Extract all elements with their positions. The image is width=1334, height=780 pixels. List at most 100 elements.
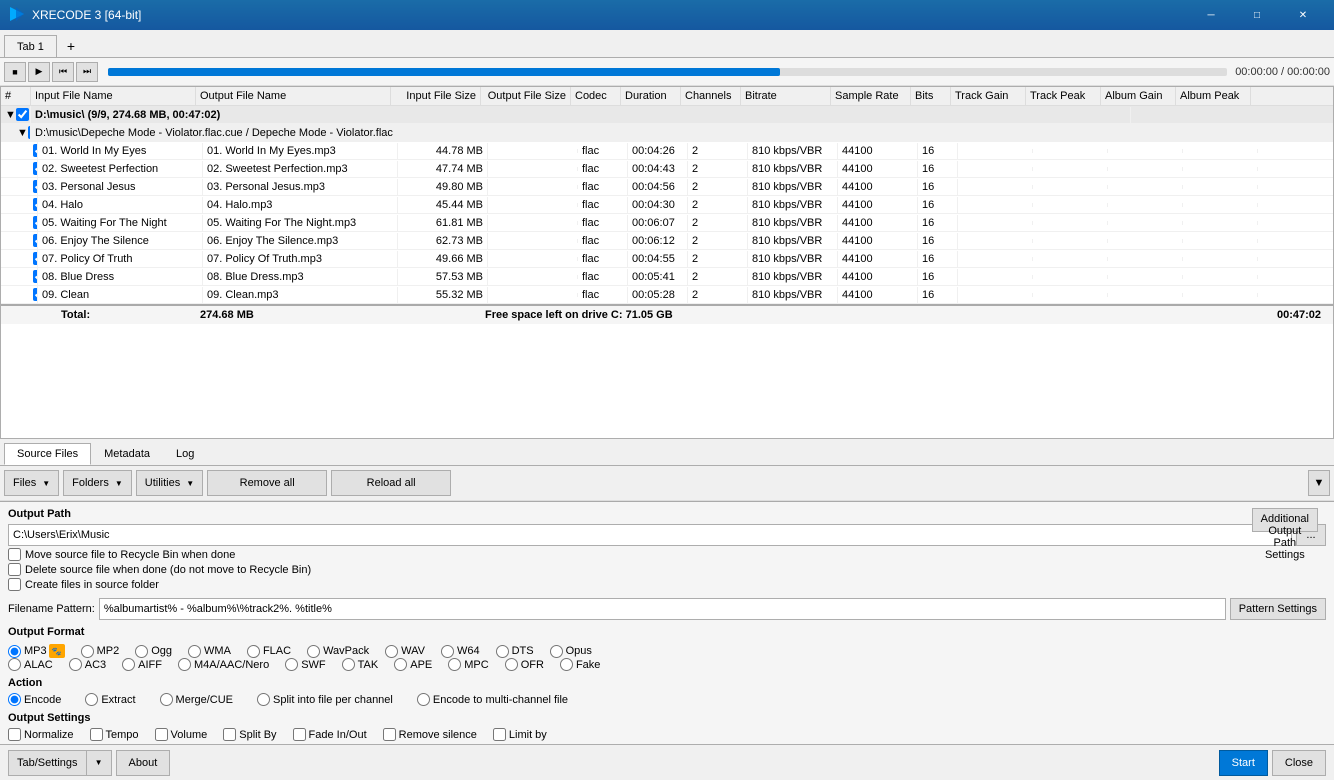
subgroup-expander[interactable]: ▼	[17, 127, 28, 139]
play-button[interactable]: ▶	[28, 62, 50, 82]
output-path-input[interactable]	[8, 524, 1292, 546]
track-input-size: 47.74 MB	[398, 161, 488, 177]
tab-source-files[interactable]: Source Files	[4, 443, 91, 465]
tab-1[interactable]: Tab 1	[4, 35, 57, 57]
prev-button[interactable]: ⏮	[52, 62, 74, 82]
subgroup-row[interactable]: ▼ D:\music\Depeche Mode - Violator.flac.…	[1, 124, 1333, 142]
minimize-button[interactable]: ─	[1188, 0, 1234, 30]
col-header-input-size[interactable]: Input File Size	[391, 87, 481, 105]
col-header-samplerate[interactable]: Sample Rate	[831, 87, 911, 105]
setting-normalize[interactable]: Normalize	[8, 728, 74, 741]
close-window-button[interactable]: ✕	[1280, 0, 1326, 30]
format-w64[interactable]: W64	[441, 645, 480, 658]
format-ogg[interactable]: Ogg	[135, 645, 172, 658]
format-mp2[interactable]: MP2	[81, 645, 120, 658]
close-button[interactable]: Close	[1272, 750, 1326, 776]
setting-remove-silence[interactable]: Remove silence	[383, 728, 477, 741]
start-button[interactable]: Start	[1219, 750, 1268, 776]
new-tab-button[interactable]: +	[59, 35, 83, 57]
track-row[interactable]: 5 05. Waiting For The Night 05. Waiting …	[1, 214, 1333, 232]
col-header-trackgain[interactable]: Track Gain	[951, 87, 1026, 105]
track-row[interactable]: 3 03. Personal Jesus 03. Personal Jesus.…	[1, 178, 1333, 196]
action-encode[interactable]: Encode	[8, 693, 61, 706]
format-flac[interactable]: FLAC	[247, 645, 291, 658]
track-trackpeak	[1033, 293, 1108, 297]
track-samplerate: 44100	[838, 179, 918, 195]
col-header-albumpeak[interactable]: Album Peak	[1176, 87, 1251, 105]
track-input-name: 03. Personal Jesus	[38, 179, 203, 195]
group-expander[interactable]: ▼	[5, 109, 16, 121]
group-checkbox[interactable]	[16, 108, 29, 121]
move-to-recycle-checkbox[interactable]	[8, 548, 21, 561]
format-dts[interactable]: DTS	[496, 645, 534, 658]
track-rows: 1 01. World In My Eyes 01. World In My E…	[1, 142, 1333, 304]
folders-button[interactable]: Folders ▼	[63, 470, 132, 496]
format-mp3[interactable]: MP3 🐾	[8, 644, 65, 658]
col-header-albumgain[interactable]: Album Gain	[1101, 87, 1176, 105]
track-row[interactable]: 1 01. World In My Eyes 01. World In My E…	[1, 142, 1333, 160]
track-row[interactable]: 6 06. Enjoy The Silence 06. Enjoy The Si…	[1, 232, 1333, 250]
col-header-duration[interactable]: Duration	[621, 87, 681, 105]
format-wav[interactable]: WAV	[385, 645, 425, 658]
format-mpc[interactable]: MPC	[448, 658, 488, 671]
setting-tempo[interactable]: Tempo	[90, 728, 139, 741]
setting-limit-by[interactable]: Limit by	[493, 728, 547, 741]
col-header-num[interactable]: #	[1, 87, 31, 105]
tab-settings-button[interactable]: Tab/Settings	[8, 750, 87, 776]
col-header-output-size[interactable]: Output File Size	[481, 87, 571, 105]
track-input-size: 49.80 MB	[398, 179, 488, 195]
tab-metadata[interactable]: Metadata	[91, 443, 163, 465]
delete-source-checkbox[interactable]	[8, 563, 21, 576]
action-merge[interactable]: Merge/CUE	[160, 693, 233, 706]
format-ofr[interactable]: OFR	[505, 658, 544, 671]
files-button[interactable]: Files ▼	[4, 470, 59, 496]
progress-area[interactable]	[108, 68, 1227, 76]
remove-all-button[interactable]: Remove all	[207, 470, 327, 496]
stop-button[interactable]: ■	[4, 62, 26, 82]
col-header-channels[interactable]: Channels	[681, 87, 741, 105]
filename-pattern-input[interactable]	[99, 598, 1226, 620]
setting-split-by[interactable]: Split By	[223, 728, 276, 741]
reload-all-button[interactable]: Reload all	[331, 470, 451, 496]
format-wavpack[interactable]: WavPack	[307, 645, 369, 658]
track-row[interactable]: 8 08. Blue Dress 08. Blue Dress.mp3 57.5…	[1, 268, 1333, 286]
tab-log[interactable]: Log	[163, 443, 207, 465]
group-row[interactable]: ▼ D:\music\ (9/9, 274.68 MB, 00:47:02)	[1, 106, 1333, 124]
track-row[interactable]: 2 02. Sweetest Perfection 02. Sweetest P…	[1, 160, 1333, 178]
additional-output-path-button[interactable]: Additional Output Path Settings	[1252, 508, 1318, 532]
action-row: Encode Extract Merge/CUE Split into file…	[8, 693, 1326, 706]
maximize-button[interactable]: □	[1234, 0, 1280, 30]
track-row[interactable]: 9 09. Clean 09. Clean.mp3 55.32 MB flac …	[1, 286, 1333, 304]
utilities-button[interactable]: Utilities ▼	[136, 470, 203, 496]
next-button[interactable]: ⏭	[76, 62, 98, 82]
format-tak[interactable]: TAK	[342, 658, 379, 671]
track-row[interactable]: 7 07. Policy Of Truth 07. Policy Of Trut…	[1, 250, 1333, 268]
col-header-bits[interactable]: Bits	[911, 87, 951, 105]
setting-fade-in-out[interactable]: Fade In/Out	[293, 728, 367, 741]
pattern-settings-button[interactable]: Pattern Settings	[1230, 598, 1326, 620]
about-button[interactable]: About	[116, 750, 171, 776]
col-header-trackpeak[interactable]: Track Peak	[1026, 87, 1101, 105]
format-swf[interactable]: SWF	[285, 658, 325, 671]
format-ape[interactable]: APE	[394, 658, 432, 671]
format-alac[interactable]: ALAC	[8, 658, 53, 671]
tab-settings-arrow-button[interactable]: ▼	[87, 750, 112, 776]
create-in-source-checkbox[interactable]	[8, 578, 21, 591]
format-aiff[interactable]: AIFF	[122, 658, 162, 671]
action-encode-multi[interactable]: Encode to multi-channel file	[417, 693, 568, 706]
col-header-input-name[interactable]: Input File Name	[31, 87, 196, 105]
format-opus[interactable]: Opus	[550, 645, 592, 658]
track-row[interactable]: 4 04. Halo 04. Halo.mp3 45.44 MB flac 00…	[1, 196, 1333, 214]
col-header-codec[interactable]: Codec	[571, 87, 621, 105]
setting-volume[interactable]: Volume	[155, 728, 208, 741]
format-ac3[interactable]: AC3	[69, 658, 106, 671]
toolbar-more-button[interactable]: ▼	[1308, 470, 1330, 496]
format-fake[interactable]: Fake	[560, 658, 600, 671]
format-wma[interactable]: WMA	[188, 645, 231, 658]
format-m4a[interactable]: M4A/AAC/Nero	[178, 658, 269, 671]
action-extract[interactable]: Extract	[85, 693, 135, 706]
action-split-per-channel[interactable]: Split into file per channel	[257, 693, 393, 706]
files-arrow: ▼	[42, 479, 50, 488]
col-header-bitrate[interactable]: Bitrate	[741, 87, 831, 105]
col-header-output-name[interactable]: Output File Name	[196, 87, 391, 105]
